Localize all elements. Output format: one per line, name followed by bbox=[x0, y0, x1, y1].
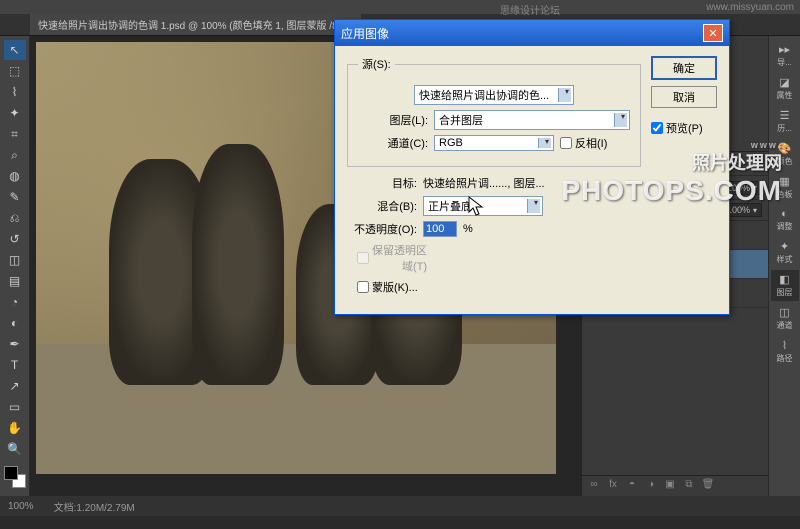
preview-input[interactable] bbox=[651, 122, 663, 134]
ok-button[interactable]: 确定 bbox=[651, 56, 717, 80]
tab-history[interactable]: ☰历... bbox=[771, 106, 799, 137]
move-tool[interactable]: ↖ bbox=[4, 40, 26, 60]
options-bar bbox=[0, 0, 800, 14]
blur-tool[interactable]: ◔ bbox=[4, 292, 26, 312]
stamp-tool[interactable]: ⎌ bbox=[4, 208, 26, 228]
pen-tool[interactable]: ✒ bbox=[4, 334, 26, 354]
tab-collapse[interactable]: ▸▸导... bbox=[771, 40, 799, 71]
brush-tool[interactable]: ✎ bbox=[4, 187, 26, 207]
source-select[interactable]: 快速给照片调出协调的色... bbox=[414, 85, 574, 105]
opacity-unit: % bbox=[463, 223, 473, 235]
tab-layers[interactable]: ◧图层 bbox=[771, 270, 799, 301]
history-brush-tool[interactable]: ↺ bbox=[4, 229, 26, 249]
preserve-trans-checkbox: 保留透明区域(T) bbox=[357, 242, 427, 274]
tab-adjust[interactable]: ◐调整 bbox=[771, 205, 799, 235]
new-layer-icon[interactable]: ⧉ bbox=[681, 479, 697, 493]
fg-color[interactable] bbox=[4, 466, 18, 480]
marquee-tool[interactable]: ⬚ bbox=[4, 61, 26, 81]
eyedropper-tool[interactable]: ⌕ bbox=[4, 145, 26, 165]
path-select-tool[interactable]: ↗ bbox=[4, 376, 26, 396]
target-label: 目标: bbox=[347, 175, 417, 191]
eraser-tool[interactable]: ◫ bbox=[4, 250, 26, 270]
wand-tool[interactable]: ✦ bbox=[4, 103, 26, 123]
hand-tool[interactable]: ✋ bbox=[4, 418, 26, 438]
type-tool[interactable]: T bbox=[4, 355, 26, 375]
preserve-trans-input bbox=[357, 252, 369, 264]
blend-label: 混合(B): bbox=[347, 198, 417, 214]
layers-footer: ∞ fx ◓ ◑ ▣ ⧉ 🗑 bbox=[582, 475, 768, 496]
tab-title: 快速给照片调出协调的色调 1.psd @ 100% (颜色填充 1, 图层蒙版 … bbox=[38, 17, 341, 32]
trash-icon[interactable]: 🗑 bbox=[700, 479, 716, 493]
fx-icon[interactable]: fx bbox=[605, 479, 621, 493]
source-legend: 源(S): bbox=[358, 56, 395, 72]
target-value: 快速给照片调......, 图层... bbox=[423, 175, 545, 191]
link-layers-icon[interactable]: ∞ bbox=[586, 479, 602, 493]
zoom-level[interactable]: 100% bbox=[8, 501, 34, 512]
apply-image-dialog: 应用图像 ✕ 源(S): 快速给照片调出协调的色... 图层(L): 合并图层 … bbox=[334, 19, 730, 315]
color-swatch[interactable] bbox=[4, 466, 26, 488]
layer-select[interactable]: 合并图层 bbox=[434, 110, 630, 130]
shape-tool[interactable]: ▭ bbox=[4, 397, 26, 417]
doc-size: 文档:1.20M/2.79M bbox=[54, 499, 135, 514]
opacity-input[interactable] bbox=[423, 221, 457, 237]
zoom-tool[interactable]: 🔍 bbox=[4, 439, 26, 459]
invert-checkbox[interactable]: 反相(I) bbox=[560, 135, 630, 151]
channel-select[interactable]: RGB bbox=[434, 135, 554, 151]
filter-shape-icon[interactable]: ▱ bbox=[732, 157, 746, 171]
gradient-tool[interactable]: ▤ bbox=[4, 271, 26, 291]
layer-label: 图层(L): bbox=[358, 112, 428, 128]
filter-smart-icon[interactable]: ▣ bbox=[748, 157, 762, 171]
tab-channels[interactable]: ◫通道 bbox=[771, 303, 799, 334]
tab-swatch[interactable]: ▦色板 bbox=[771, 172, 799, 203]
panel-tabs: ▸▸导... ◪属性 ☰历... 🎨颜色 ▦色板 ◐调整 ✦样式 ◧图层 ◫通道… bbox=[768, 36, 800, 496]
opacity-label: 不透明度(O): bbox=[347, 221, 417, 237]
lasso-tool[interactable]: ⌇ bbox=[4, 82, 26, 102]
group-icon[interactable]: ▣ bbox=[662, 479, 678, 493]
adjustment-icon[interactable]: ◑ bbox=[643, 479, 659, 493]
tab-color[interactable]: 🎨颜色 bbox=[771, 139, 799, 170]
heal-tool[interactable]: ◍ bbox=[4, 166, 26, 186]
tab-styles[interactable]: ✦样式 bbox=[771, 237, 799, 268]
dialog-title: 应用图像 bbox=[341, 25, 389, 42]
watermark-site: www.missyuan.com bbox=[706, 2, 794, 13]
dialog-titlebar[interactable]: 应用图像 ✕ bbox=[335, 20, 729, 46]
cancel-button[interactable]: 取消 bbox=[651, 86, 717, 108]
tab-paths[interactable]: ⌇路径 bbox=[771, 336, 799, 367]
source-fieldset: 源(S): 快速给照片调出协调的色... 图层(L): 合并图层 通道(C): … bbox=[347, 56, 641, 167]
close-icon[interactable]: ✕ bbox=[703, 24, 723, 42]
mask-icon[interactable]: ◓ bbox=[624, 479, 640, 493]
mask-checkbox[interactable]: 蒙版(K)... bbox=[357, 279, 427, 295]
preview-checkbox[interactable]: 预览(P) bbox=[651, 120, 717, 136]
status-bar: 100% 文档:1.20M/2.79M bbox=[0, 496, 800, 516]
dodge-tool[interactable]: ◐ bbox=[4, 313, 26, 333]
channel-label: 通道(C): bbox=[358, 135, 428, 151]
toolbox: ↖ ⬚ ⌇ ✦ ⌗ ⌕ ◍ ✎ ⎌ ↺ ◫ ▤ ◔ ◐ ✒ T ↗ ▭ ✋ 🔍 bbox=[0, 36, 30, 496]
watermark-forum: 思缘设计论坛 bbox=[500, 2, 560, 17]
mask-input[interactable] bbox=[357, 281, 369, 293]
crop-tool[interactable]: ⌗ bbox=[4, 124, 26, 144]
invert-input[interactable] bbox=[560, 137, 572, 149]
blend-select[interactable]: 正片叠底 bbox=[423, 196, 543, 216]
tab-attr[interactable]: ◪属性 bbox=[771, 73, 799, 104]
document-tab[interactable]: 快速给照片调出协调的色调 1.psd @ 100% (颜色填充 1, 图层蒙版 … bbox=[30, 14, 361, 35]
